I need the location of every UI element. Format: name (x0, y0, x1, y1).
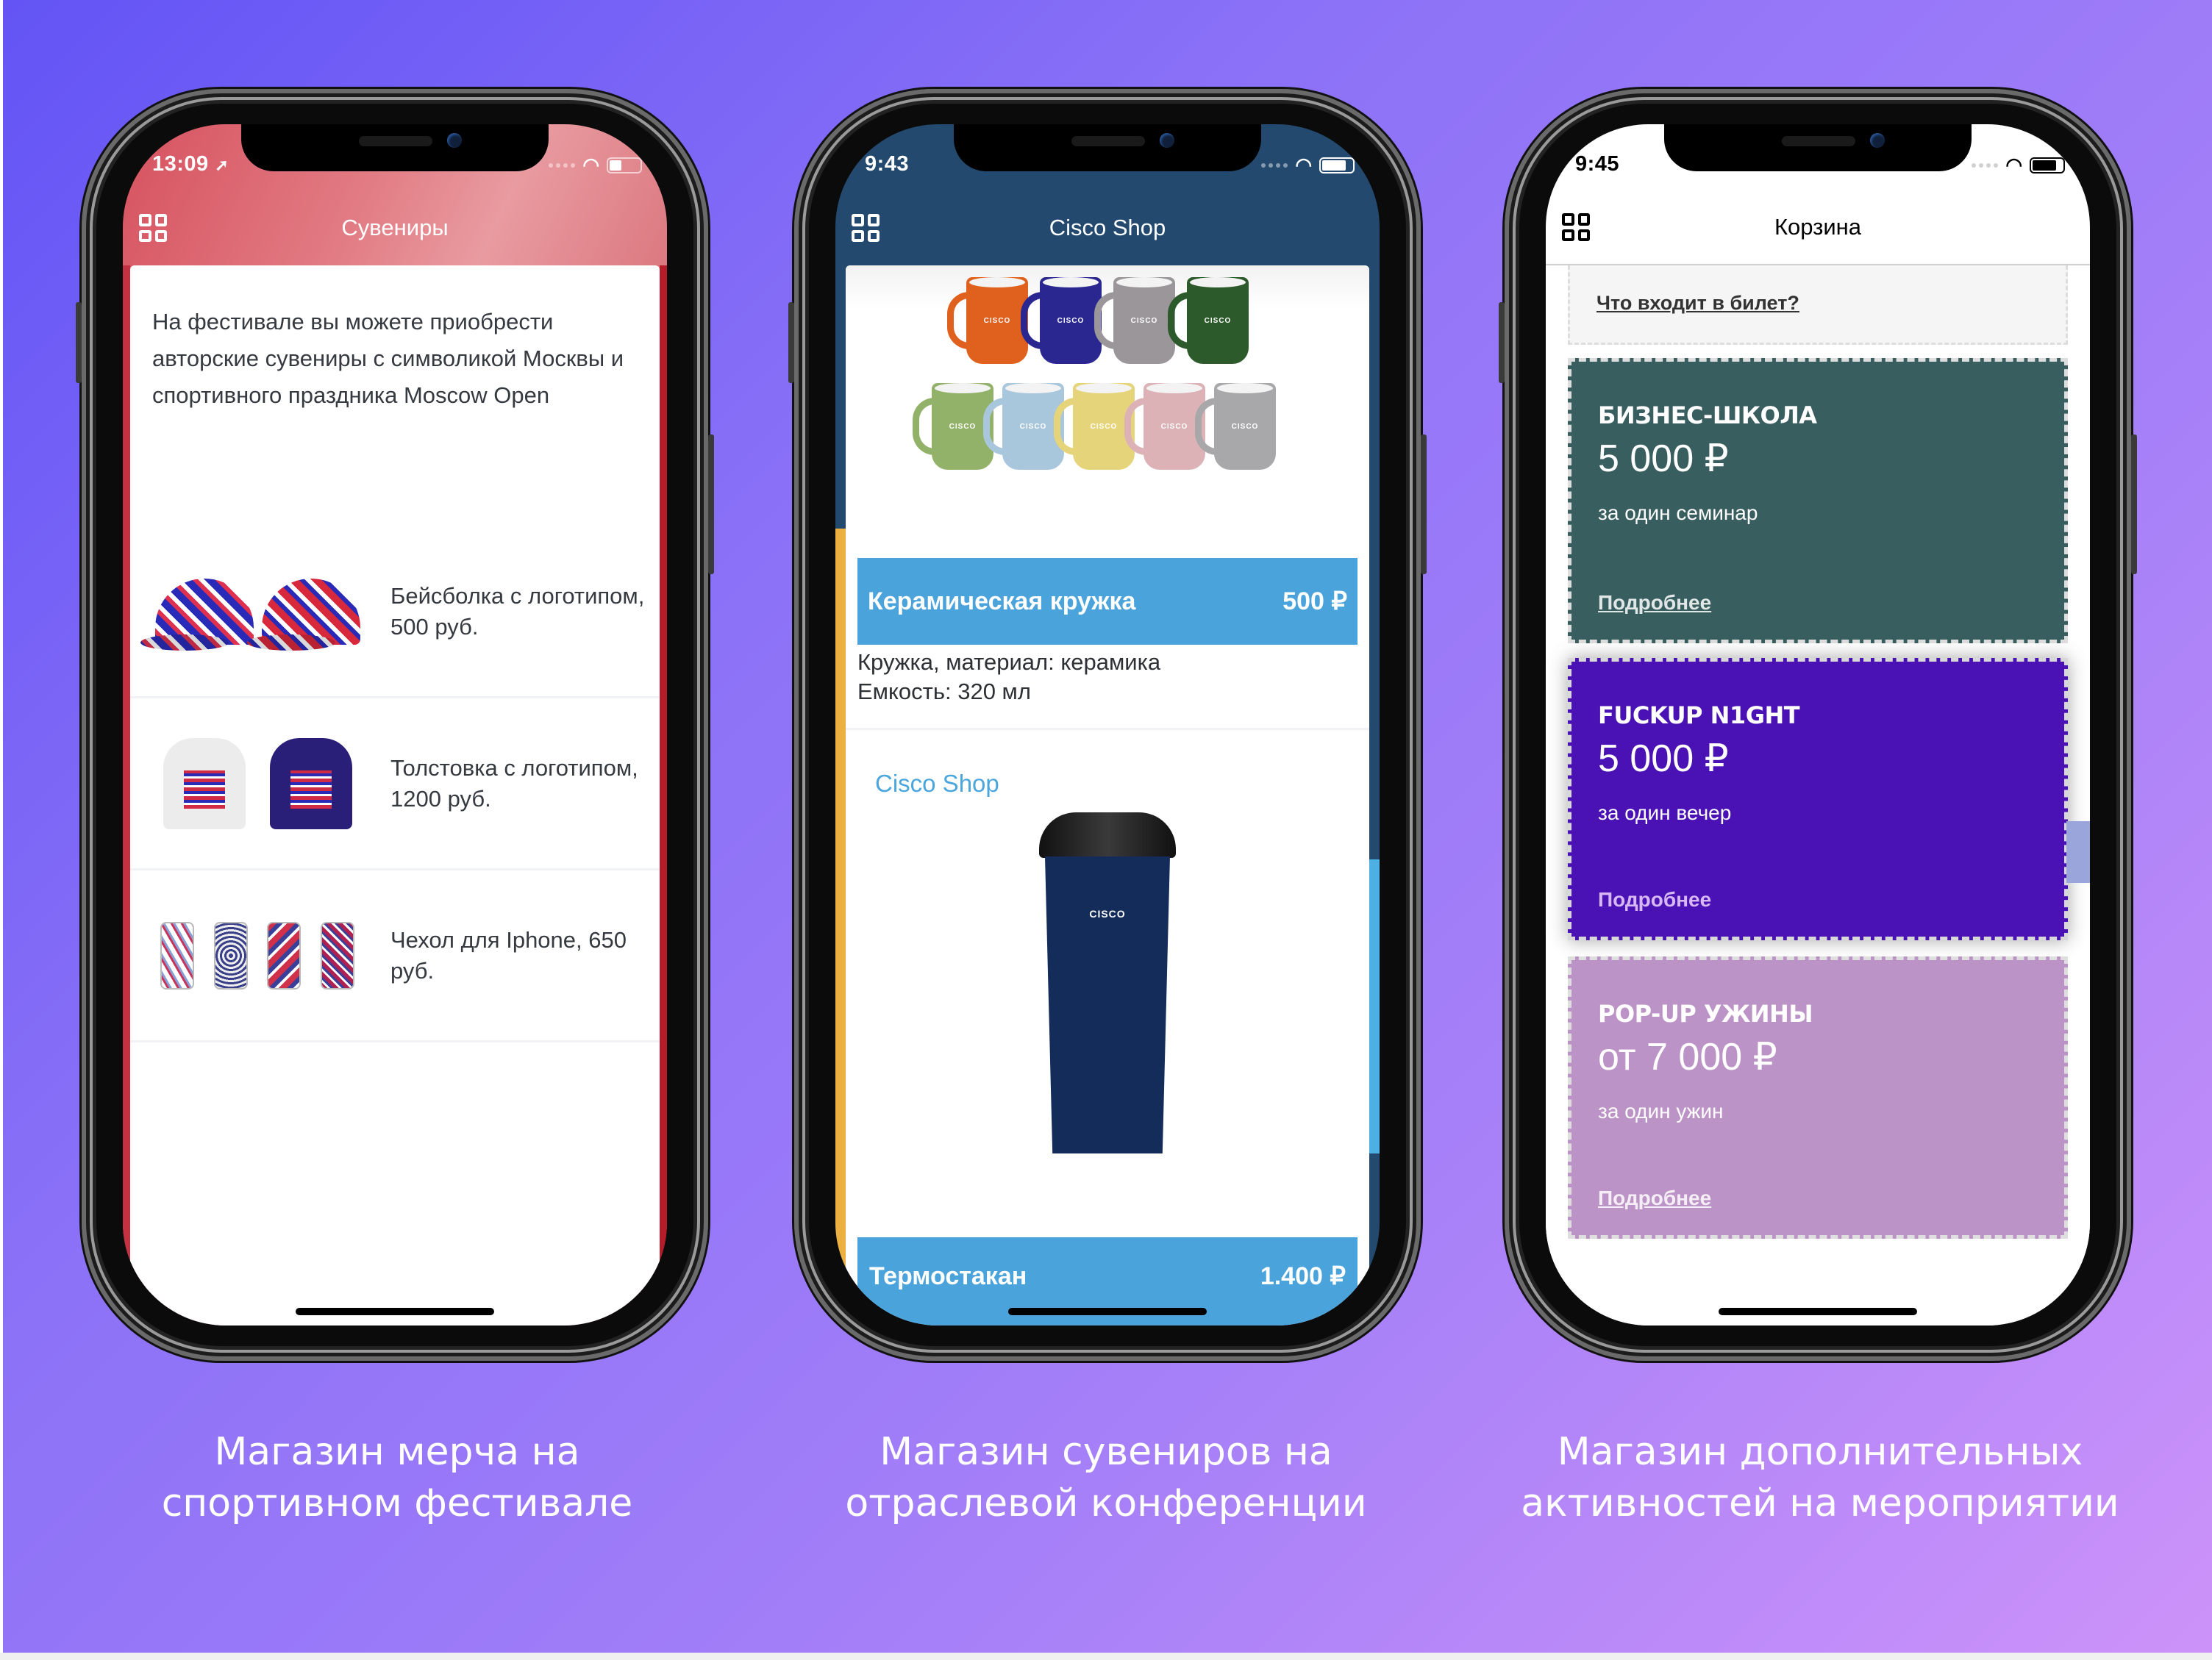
status-time: 9:43 (865, 152, 910, 176)
phone-screen: 9:43 ◠ Cisco Shop CISCO CISCO CISCO CISCO C… (835, 124, 1380, 1326)
phone-screen: 9:45 ◠ Корзина Что входит в билет? БИЗНЕ… (1546, 124, 2090, 1326)
caption-line: Магазин дополнительных (1557, 1430, 2083, 1474)
signal-icon (1972, 162, 1999, 168)
wifi-icon: ◠ (1295, 154, 1312, 176)
mug-image: CISCO (1021, 277, 1102, 364)
description-line: Емкость: 320 мл (857, 679, 1031, 704)
ticket-info-link[interactable]: Что входит в билет? (1568, 265, 2068, 345)
grid-menu-icon[interactable] (1562, 213, 1590, 241)
phone-souvenir-shop: 9:43 ◠ Cisco Shop CISCO CISCO CISCO CISCO C… (788, 89, 1427, 1361)
product-name: Термостакан (869, 1262, 1027, 1290)
battery-icon (1319, 157, 1355, 173)
ticket-subtitle: за один ужин (1598, 1100, 1724, 1123)
notch (241, 124, 549, 171)
product-description: Кружка, материал: керамика Емкость: 320 … (846, 645, 1369, 730)
nav-bar: Сувениры (123, 190, 667, 265)
mug-image: CISCO (1094, 277, 1175, 364)
caption-line: спортивном фестивале (161, 1481, 633, 1525)
list-item[interactable]: Толстовка с логотипом, 1200 руб. (130, 698, 660, 870)
side-tab[interactable] (2066, 821, 2090, 883)
caption-line: Магазин сувениров на (880, 1430, 1332, 1474)
battery-icon (607, 157, 642, 173)
caption-merch-shop: Магазин мерча на спортивном фестивале (66, 1426, 728, 1529)
ticket-subtitle: за один семинар (1598, 501, 1758, 524)
item-label: Чехол для Iphone, 650 руб. (390, 926, 627, 984)
content-card: На фестивале вы можете приобрести авторс… (123, 265, 667, 1326)
ticket-title: БИЗНЕС-ШКОЛА (1598, 401, 1817, 429)
ticket-subtitle: за один вечер (1598, 801, 1732, 824)
caption-activities-shop: Магазин дополнительных активностей на ме… (1489, 1426, 2151, 1529)
ticket-title: FUCKUP N1GHT (1598, 701, 1800, 729)
decor-stripe (1369, 859, 1380, 1153)
home-indicator (296, 1308, 494, 1315)
mug-image: CISCO (947, 277, 1028, 364)
phone-screen: 13:09 ➚ ◠ Сувениры На фестивале вы может… (123, 124, 667, 1326)
ticket-card-selected[interactable]: FUCKUP N1GHT 5 000 ₽ за один вечер Подро… (1568, 658, 2068, 940)
nav-bar: Корзина (1546, 190, 2090, 265)
status-time: 13:09 ➚ (152, 152, 229, 176)
mugs-image: CISCO CISCO CISCO CISCO CISCO CISCO CISCO CISC… (846, 265, 1369, 558)
notch (954, 124, 1261, 171)
battery-icon (2030, 157, 2065, 173)
ticket-price: 5 000 ₽ (1598, 437, 1729, 480)
decor-stripe (835, 529, 846, 1326)
shop-link[interactable]: Cisco Shop (846, 730, 1369, 812)
list-item[interactable]: Чехол для Iphone, 650 руб. (130, 870, 660, 1042)
page-title: Cisco Shop (1049, 215, 1166, 240)
bottom-strip (0, 1653, 2212, 1660)
details-link[interactable]: Подробнее (1598, 1187, 1711, 1210)
mug-image: CISCO (1195, 383, 1276, 470)
ticket-card[interactable]: POP-UP УЖИНЫ от 7 000 ₽ за один ужин Под… (1568, 956, 2068, 1239)
nav-bar: Cisco Shop (835, 190, 1380, 265)
ticket-title: POP-UP УЖИНЫ (1598, 1000, 1813, 1028)
grid-menu-icon[interactable] (852, 214, 880, 242)
baseball-caps-image (151, 560, 364, 663)
intro-text: На фестивале вы можете приобрести авторс… (152, 309, 624, 408)
product-list: CISCO CISCO CISCO CISCO CISCO CISCO CISCO CISC… (846, 265, 1369, 1326)
caption-souvenir-shop: Магазин сувениров на отраслевой конферен… (775, 1426, 1437, 1529)
home-indicator (1719, 1308, 1917, 1315)
phone-activities-shop: 9:45 ◠ Корзина Что входит в билет? БИЗНЕ… (1499, 89, 2137, 1361)
mug-image: CISCO (1168, 277, 1249, 364)
hoodies-image (151, 732, 364, 835)
description-line: Кружка, материал: керамика (857, 649, 1161, 675)
details-link[interactable]: Подробнее (1598, 591, 1711, 615)
item-label: Бейсболка с логотипом, 500 руб. (390, 582, 645, 640)
ticket-price: 5 000 ₽ (1598, 737, 1729, 780)
wifi-icon: ◠ (582, 154, 599, 176)
page-title: Корзина (1774, 214, 1862, 240)
list-item[interactable]: Бейсболка с логотипом, 500 руб. (130, 526, 660, 698)
thermocup-image: CISCO (1039, 812, 1176, 1153)
signal-icon (1261, 162, 1288, 168)
notch (1664, 124, 1972, 171)
product-price: 1.400 ₽ (1260, 1262, 1346, 1290)
phone-cases-image (151, 904, 364, 1007)
item-label: Толстовка с логотипом, 1200 руб. (390, 754, 638, 812)
product-header[interactable]: Керамическая кружка 500 ₽ (857, 558, 1357, 645)
product-price: 500 ₽ (1282, 587, 1347, 615)
status-time: 9:45 (1575, 152, 1620, 176)
phone-merch-shop: 13:09 ➚ ◠ Сувениры На фестивале вы может… (76, 89, 714, 1361)
caption-line: активностей на мероприятии (1521, 1481, 2119, 1525)
page-title: Сувениры (341, 215, 449, 240)
signal-icon (549, 162, 576, 168)
cart-list: Что входит в билет? БИЗНЕС-ШКОЛА 5 000 ₽… (1546, 265, 2090, 1326)
grid-menu-icon[interactable] (139, 214, 167, 242)
details-link[interactable]: Подробнее (1598, 888, 1711, 912)
ticket-card[interactable]: БИЗНЕС-ШКОЛА 5 000 ₽ за один семинар Под… (1568, 358, 2068, 643)
caption-line: Магазин мерча на (214, 1430, 580, 1474)
location-arrow-icon: ➚ (215, 156, 229, 174)
wifi-icon: ◠ (2005, 154, 2022, 176)
product-name: Керамическая кружка (868, 587, 1136, 615)
home-indicator (1008, 1308, 1207, 1315)
ticket-price: от 7 000 ₽ (1598, 1036, 1777, 1078)
caption-line: отраслевой конференции (845, 1481, 1367, 1525)
